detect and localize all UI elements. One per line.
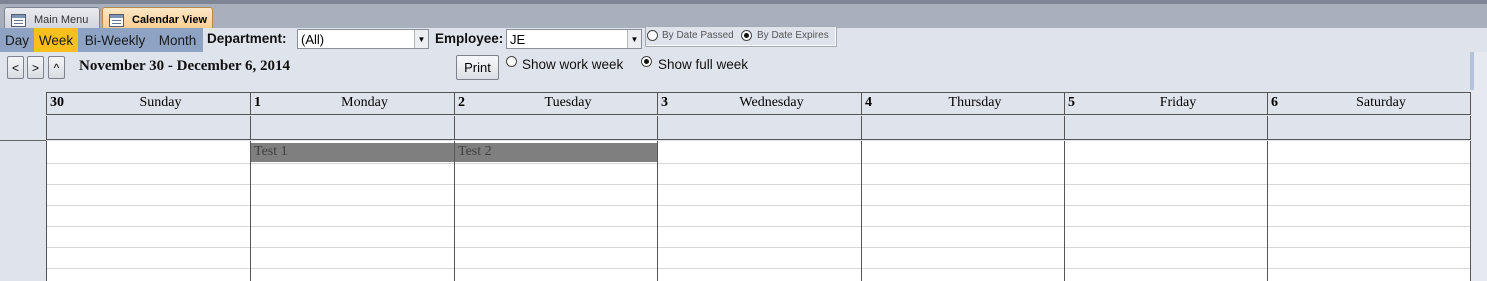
day-header-tuesday[interactable]: 2 Tuesday bbox=[454, 92, 657, 115]
tab-label: Calendar View bbox=[132, 14, 207, 26]
all-day-cell[interactable] bbox=[861, 116, 1064, 140]
day-name: Saturday bbox=[1356, 95, 1406, 110]
day-header-friday[interactable]: 5 Friday bbox=[1064, 92, 1267, 115]
day-name: Wednesday bbox=[739, 95, 804, 110]
grid-row-line bbox=[47, 247, 1470, 248]
time-gutter bbox=[0, 140, 46, 281]
print-button[interactable]: Print bbox=[456, 55, 499, 80]
employee-value: JE bbox=[510, 32, 526, 47]
document-tab-strip: Main Menu Calendar View bbox=[0, 0, 1487, 32]
chevron-down-icon[interactable]: ▼ bbox=[414, 30, 428, 48]
show-full-week-radio[interactable] bbox=[641, 56, 652, 67]
all-day-cell[interactable] bbox=[657, 116, 861, 140]
grid-column-line bbox=[454, 141, 455, 281]
day-number: 4 bbox=[865, 95, 872, 110]
department-label: Department: bbox=[207, 31, 287, 46]
day-name: Friday bbox=[1159, 95, 1197, 110]
grid-row-line bbox=[47, 184, 1470, 185]
view-day-button[interactable]: Day bbox=[0, 28, 34, 52]
view-month-button[interactable]: Month bbox=[152, 28, 203, 52]
by-date-expires-radio[interactable] bbox=[741, 30, 752, 41]
appointment-test-2[interactable]: Test 2 bbox=[455, 143, 657, 162]
show-work-week-label: Show work week bbox=[522, 57, 624, 72]
day-number: 1 bbox=[254, 95, 261, 110]
next-week-button[interactable]: > bbox=[27, 56, 44, 79]
show-full-week-label: Show full week bbox=[658, 57, 749, 72]
department-value: (All) bbox=[301, 32, 325, 47]
grid-column-line bbox=[250, 141, 251, 281]
view-biweekly-button[interactable]: Bi-Weekly bbox=[78, 28, 152, 52]
show-work-week-radio[interactable] bbox=[506, 56, 517, 67]
previous-week-button[interactable]: < bbox=[7, 56, 24, 79]
all-day-cell[interactable] bbox=[46, 116, 250, 140]
department-select[interactable]: (All) ▼ bbox=[297, 29, 429, 49]
grid-column-line bbox=[657, 141, 658, 281]
grid-row-line bbox=[47, 268, 1470, 269]
day-header-saturday[interactable]: 6 Saturday bbox=[1267, 92, 1471, 115]
all-day-cell[interactable] bbox=[1064, 116, 1267, 140]
day-header-sunday[interactable]: 30 Sunday bbox=[46, 92, 250, 115]
day-number: 2 bbox=[458, 95, 465, 110]
appointment-test-1[interactable]: Test 1 bbox=[251, 143, 454, 162]
all-day-cell[interactable] bbox=[1267, 116, 1471, 140]
grid-column-line bbox=[46, 141, 47, 281]
employee-label: Employee: bbox=[435, 31, 504, 46]
day-name: Monday bbox=[341, 95, 388, 110]
by-date-expires-label: By Date Expires bbox=[757, 30, 829, 41]
form-icon bbox=[11, 13, 26, 27]
up-button[interactable]: ^ bbox=[48, 56, 65, 79]
day-number: 5 bbox=[1068, 95, 1075, 110]
scrollbar-thumb[interactable] bbox=[1470, 52, 1474, 90]
by-date-passed-label: By Date Passed bbox=[662, 30, 734, 41]
date-range-title: November 30 - December 6, 2014 bbox=[79, 58, 291, 74]
day-number: 30 bbox=[50, 95, 64, 110]
chevron-down-icon[interactable]: ▼ bbox=[627, 30, 641, 48]
all-day-cell[interactable] bbox=[454, 116, 657, 140]
day-number: 6 bbox=[1271, 95, 1278, 110]
day-name: Thursday bbox=[948, 95, 1002, 110]
grid-column-line bbox=[1267, 141, 1268, 281]
employee-select[interactable]: JE ▼ bbox=[506, 29, 642, 49]
grid-column-line bbox=[861, 141, 862, 281]
day-header-wednesday[interactable]: 3 Wednesday bbox=[657, 92, 861, 115]
day-header-thursday[interactable]: 4 Thursday bbox=[861, 92, 1064, 115]
tab-label: Main Menu bbox=[34, 14, 89, 26]
grid-column-line bbox=[1064, 141, 1065, 281]
day-number: 3 bbox=[661, 95, 668, 110]
grid-row-line bbox=[47, 205, 1470, 206]
day-name: Tuesday bbox=[544, 95, 592, 110]
day-header-monday[interactable]: 1 Monday bbox=[250, 92, 454, 115]
calendar-body[interactable] bbox=[46, 141, 1470, 281]
view-week-button[interactable]: Week bbox=[34, 28, 78, 52]
all-day-cell[interactable] bbox=[250, 116, 454, 140]
grid-row-line bbox=[47, 226, 1470, 227]
day-name: Sunday bbox=[139, 95, 182, 110]
by-date-passed-radio[interactable] bbox=[647, 30, 658, 41]
grid-column-line bbox=[1470, 141, 1471, 281]
form-icon bbox=[109, 13, 124, 27]
grid-row-line bbox=[47, 163, 1470, 164]
